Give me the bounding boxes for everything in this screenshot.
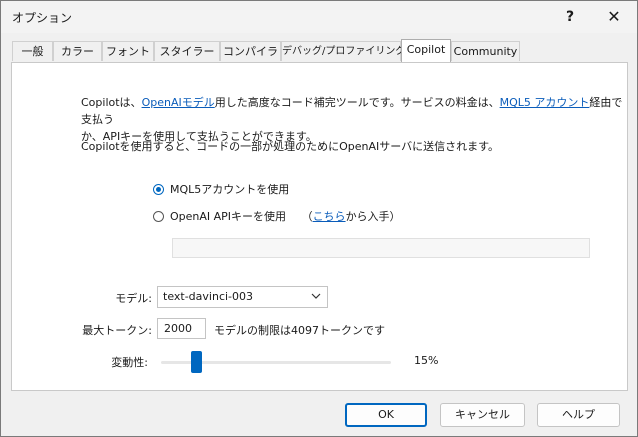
mql5-account-link[interactable]: MQL5 アカウント [500, 96, 590, 109]
window-title: オプション [12, 11, 73, 25]
options-dialog: オプション ? ✕ 一般 カラー フォント スタイラー コンパイラ デバッグ/プ… [0, 0, 638, 437]
model-label: モデル: [115, 292, 152, 305]
variability-slider[interactable] [161, 351, 391, 373]
intro-line-1: Copilotは、OpenAIモデル用した高度なコード補完ツールです。サービスの… [81, 94, 627, 128]
model-select[interactable]: text-davinci-003 [157, 286, 328, 308]
data-notice: Copilotを使用すると、コードの一部が処理のためにOpenAIサーバに送信さ… [81, 140, 500, 153]
tab-colors[interactable]: カラー [53, 41, 102, 61]
intro-text-1: Copilotは、 [81, 96, 142, 109]
max-tokens-label: 最大トークン: [82, 324, 152, 337]
tab-general[interactable]: 一般 [12, 41, 53, 61]
max-tokens-input[interactable]: 2000 [157, 318, 206, 339]
tab-styler[interactable]: スタイラー [154, 41, 220, 61]
ok-button[interactable]: OK [345, 403, 427, 427]
radio-mql5-indicator[interactable] [153, 184, 164, 195]
chevron-down-icon [311, 293, 321, 299]
openai-model-link[interactable]: OpenAIモデル [142, 96, 215, 109]
radio-openai-label: OpenAI APIキーを使用 [170, 210, 287, 223]
max-tokens-value: 2000 [164, 322, 192, 335]
obtain-suffix: から入手） [345, 210, 401, 223]
tab-community[interactable]: Community [451, 41, 520, 61]
title-bar: オプション ? ✕ [1, 1, 637, 33]
radio-openai-key[interactable]: OpenAI APIキーを使用 （こちらから入手） [153, 208, 401, 226]
tab-debug-profiling[interactable]: デバッグ/プロファイリング [281, 41, 405, 61]
copilot-panel: Copilotは、OpenAIモデル用した高度なコード補完ツールです。サービスの… [11, 62, 628, 391]
tab-compiler[interactable]: コンパイラ [220, 41, 281, 61]
model-select-value: text-davinci-003 [163, 290, 254, 303]
intro-text-2: 用した高度なコード補完ツールです。サービスの料金は、 [214, 96, 500, 109]
help-title-button[interactable]: ? [557, 5, 583, 29]
radio-mql5-account[interactable]: MQL5アカウントを使用 [153, 181, 289, 199]
close-button[interactable]: ✕ [599, 5, 629, 29]
slider-thumb[interactable] [190, 351, 202, 373]
tab-copilot[interactable]: Copilot [401, 39, 451, 62]
radio-mql5-label: MQL5アカウントを使用 [170, 183, 290, 196]
radio-openai-indicator[interactable] [153, 211, 164, 222]
variability-value: 15% [414, 354, 439, 367]
api-key-input[interactable] [172, 238, 590, 258]
variability-label: 変動性: [111, 356, 148, 369]
obtain-key-link[interactable]: こちら [313, 210, 346, 223]
tab-fonts[interactable]: フォント [102, 41, 154, 61]
help-button[interactable]: ヘルプ [537, 403, 620, 427]
obtain-prefix: （ [301, 210, 313, 223]
max-tokens-note: モデルの制限は4097トークンです [214, 324, 385, 337]
cancel-button[interactable]: キャンセル [440, 403, 525, 427]
